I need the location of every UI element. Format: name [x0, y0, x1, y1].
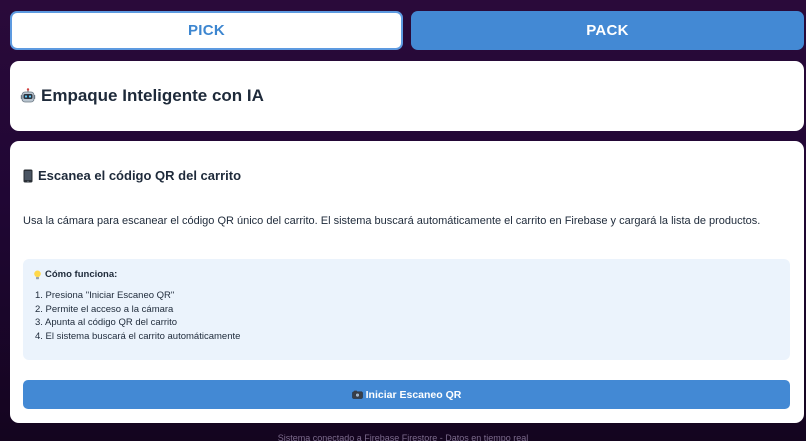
- mobile-phone-icon: [23, 169, 33, 183]
- how-it-works-title: Cómo funciona:: [33, 269, 117, 280]
- list-item: 4. El sistema buscará el carrito automát…: [35, 330, 241, 342]
- tab-pick[interactable]: PICK: [10, 11, 403, 50]
- how-it-works-steps: 1. Presiona "Iniciar Escaneo QR" 2. Perm…: [35, 289, 240, 343]
- scanner-description: Usa la cámara para escanear el código QR…: [23, 215, 761, 227]
- how-it-works-box: Cómo funciona: 1. Presiona "Iniciar Esca…: [23, 259, 790, 360]
- list-item: 2. Permite el acceso a la cámara: [35, 303, 174, 315]
- how-it-works-title-text: Cómo funciona:: [45, 269, 118, 280]
- lightbulb-icon: [33, 270, 42, 280]
- scanner-title-text: Escanea el código QR del carrito: [38, 168, 242, 183]
- tab-pack[interactable]: PACK: [411, 11, 804, 50]
- start-qr-scan-button[interactable]: Iniciar Escaneo QR: [23, 380, 790, 409]
- header-card: Empaque Inteligente con IA: [10, 61, 804, 131]
- connection-status-footer: Sistema conectado a Firebase Firestore -…: [277, 433, 529, 441]
- page-title: Empaque Inteligente con IA: [20, 86, 264, 106]
- page-title-text: Empaque Inteligente con IA: [41, 86, 264, 105]
- scanner-title: Escanea el código QR del carrito: [23, 168, 241, 183]
- start-qr-scan-label: Iniciar Escaneo QR: [365, 388, 462, 401]
- list-item: 3. Apunta al código QR del carrito: [35, 317, 178, 328]
- list-item: 1. Presiona "Iniciar Escaneo QR": [35, 290, 175, 301]
- mode-tabs: PICK PACK: [10, 11, 804, 50]
- scanner-card: Escanea el código QR del carrito Usa la …: [10, 141, 804, 423]
- robot-icon: [20, 88, 36, 104]
- camera-icon: [351, 390, 363, 399]
